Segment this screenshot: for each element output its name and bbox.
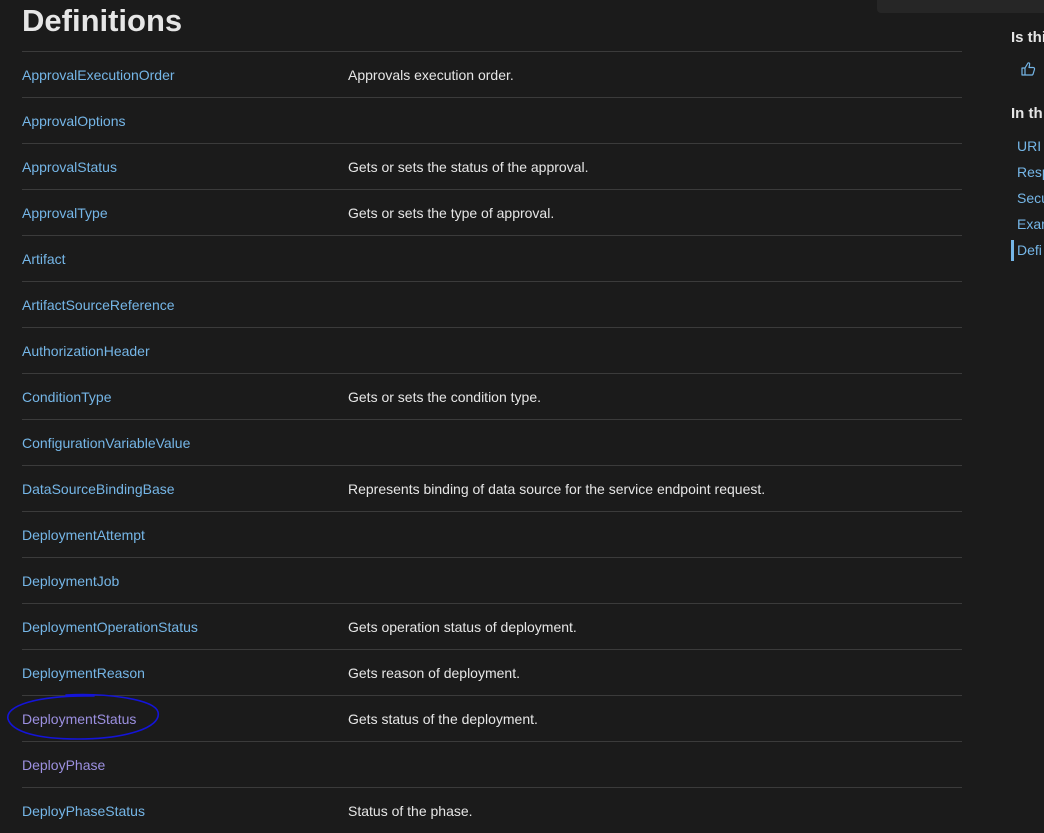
table-row: DeploymentOperationStatus Gets operation… bbox=[22, 603, 962, 649]
definition-link[interactable]: Artifact bbox=[22, 251, 66, 267]
table-row: ApprovalStatus Gets or sets the status o… bbox=[22, 143, 962, 189]
table-row: DeployPhaseStatus Status of the phase. bbox=[22, 787, 962, 833]
definition-link[interactable]: DataSourceBindingBase bbox=[22, 481, 175, 497]
table-row: ApprovalExecutionOrder Approvals executi… bbox=[22, 51, 962, 97]
definition-link[interactable]: ApprovalStatus bbox=[22, 159, 117, 175]
table-row: ApprovalType Gets or sets the type of ap… bbox=[22, 189, 962, 235]
table-row: DeploymentAttempt bbox=[22, 511, 962, 557]
definition-description: Gets status of the deployment. bbox=[348, 711, 538, 727]
toc-item-uri[interactable]: URI bbox=[1017, 138, 1041, 154]
definition-link[interactable]: DeploymentJob bbox=[22, 573, 119, 589]
definition-link[interactable]: DeploymentReason bbox=[22, 665, 145, 681]
definitions-table: ApprovalExecutionOrder Approvals executi… bbox=[22, 51, 962, 833]
definition-description: Gets reason of deployment. bbox=[348, 665, 520, 681]
page-title: Definitions bbox=[22, 3, 183, 38]
table-row: DeploymentReason Gets reason of deployme… bbox=[22, 649, 962, 695]
feedback-heading: Is thi bbox=[1011, 29, 1044, 46]
toc-item-security[interactable]: Secu bbox=[1017, 190, 1044, 206]
table-row: ArtifactSourceReference bbox=[22, 281, 962, 327]
definition-link[interactable]: DeploymentAttempt bbox=[22, 527, 145, 543]
right-rail: Is thi In th URI Resp Secu Exam Defi bbox=[1011, 0, 1044, 817]
definition-description: Represents binding of data source for th… bbox=[348, 481, 766, 497]
table-row: ApprovalOptions bbox=[22, 97, 962, 143]
definition-link[interactable]: DeploymentStatus bbox=[22, 711, 136, 727]
definition-link[interactable]: ApprovalOptions bbox=[22, 113, 126, 129]
table-row: DataSourceBindingBase Represents binding… bbox=[22, 465, 962, 511]
definition-link[interactable]: ConditionType bbox=[22, 389, 112, 405]
definition-link[interactable]: DeploymentOperationStatus bbox=[22, 619, 198, 635]
definition-description: Gets or sets the type of approval. bbox=[348, 205, 555, 221]
table-row: DeploymentStatus Gets status of the depl… bbox=[22, 695, 962, 741]
definition-link[interactable]: ApprovalType bbox=[22, 205, 108, 221]
definition-description: Gets or sets the status of the approval. bbox=[348, 159, 589, 175]
table-row: ConfigurationVariableValue bbox=[22, 419, 962, 465]
definition-link[interactable]: ArtifactSourceReference bbox=[22, 297, 175, 313]
definition-link[interactable]: DeployPhase bbox=[22, 757, 105, 773]
toc-heading: In th bbox=[1011, 105, 1043, 122]
toc-item-responses[interactable]: Resp bbox=[1017, 164, 1044, 180]
definition-description: Gets operation status of deployment. bbox=[348, 619, 577, 635]
table-row: DeploymentJob bbox=[22, 557, 962, 603]
definition-link[interactable]: ApprovalExecutionOrder bbox=[22, 67, 175, 83]
toc-item-examples[interactable]: Exam bbox=[1017, 216, 1044, 232]
definition-link[interactable]: AuthorizationHeader bbox=[22, 343, 150, 359]
definition-description: Approvals execution order. bbox=[348, 67, 514, 83]
thumbs-up-icon[interactable] bbox=[1020, 61, 1036, 77]
toc-active-indicator bbox=[1011, 240, 1014, 261]
toc-item-definitions[interactable]: Defi bbox=[1017, 242, 1042, 258]
table-row: Artifact bbox=[22, 235, 962, 281]
definition-description: Gets or sets the condition type. bbox=[348, 389, 541, 405]
table-row: AuthorizationHeader bbox=[22, 327, 962, 373]
table-row: ConditionType Gets or sets the condition… bbox=[22, 373, 962, 419]
table-row: DeployPhase bbox=[22, 741, 962, 787]
definition-link[interactable]: ConfigurationVariableValue bbox=[22, 435, 190, 451]
